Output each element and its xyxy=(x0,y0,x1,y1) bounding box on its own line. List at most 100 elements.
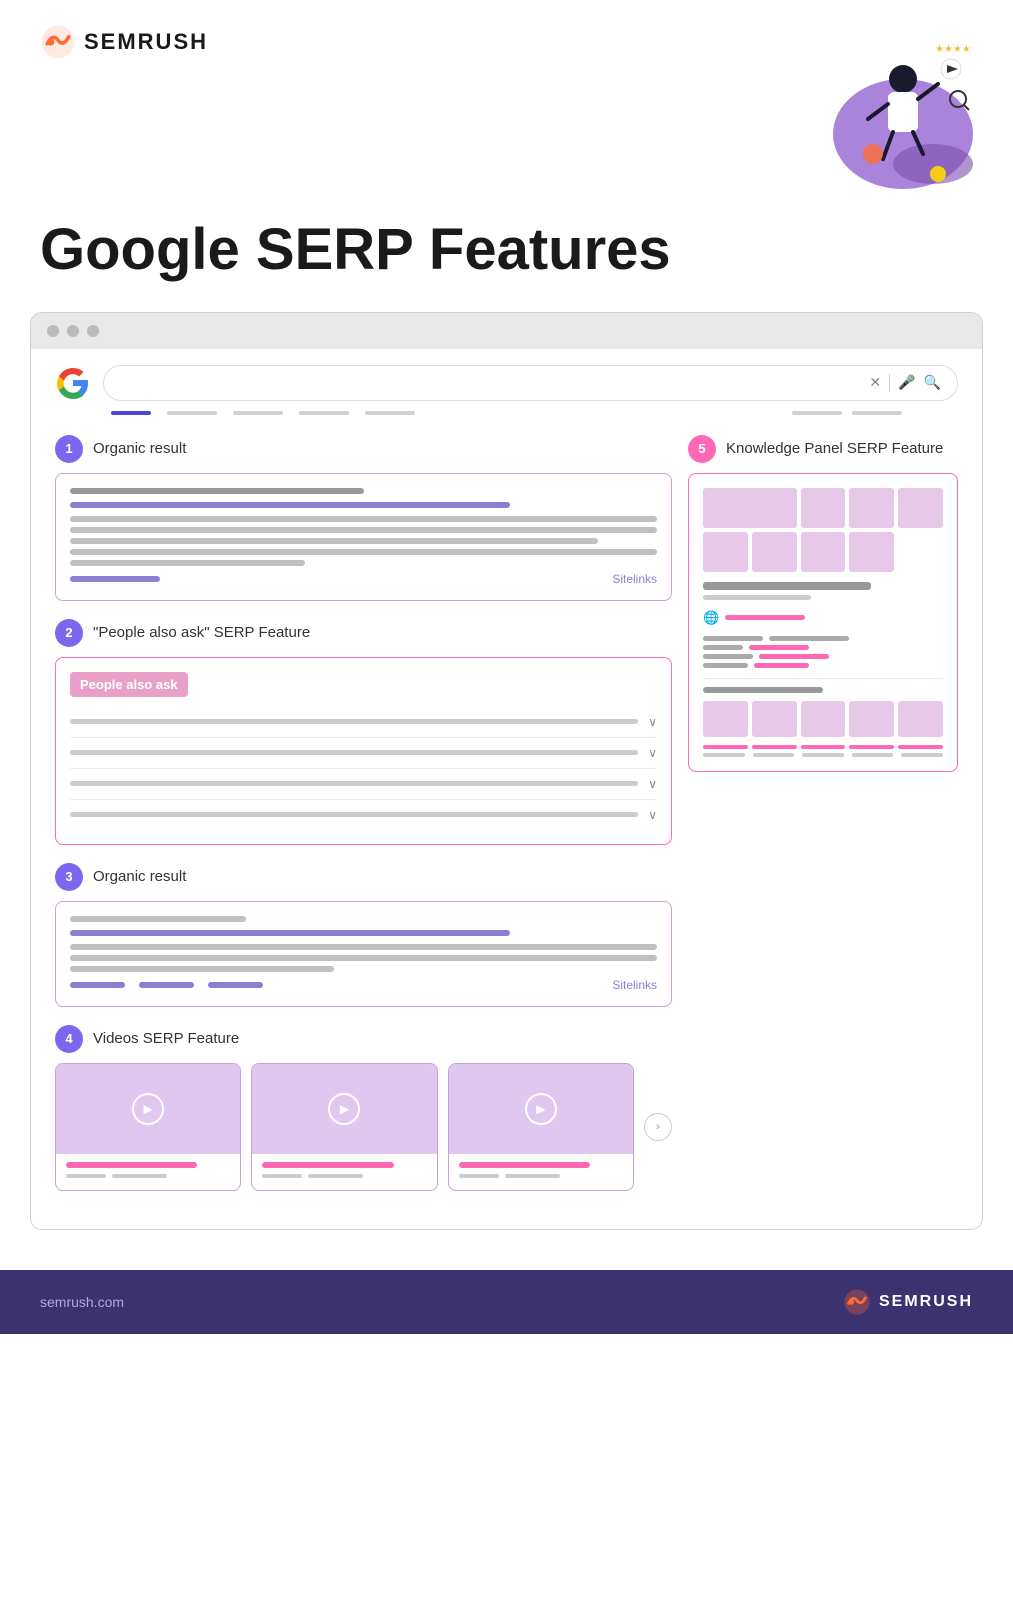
paa-question-line xyxy=(70,812,638,817)
video-info-1 xyxy=(56,1154,240,1190)
logo-text: SEMRUSH xyxy=(84,29,208,55)
play-icon-2: ▶ xyxy=(340,1102,349,1116)
kp-info-row-3 xyxy=(703,654,943,659)
footer-logo-icon xyxy=(843,1288,871,1316)
kp-image-5 xyxy=(703,532,748,572)
paa-row-2: ∨ xyxy=(70,738,657,769)
paa-row-1: ∨ xyxy=(70,707,657,738)
footer-logo: SEMRUSH xyxy=(843,1288,973,1316)
kp-thumb-label-4 xyxy=(849,745,894,749)
section-3-name: Organic result xyxy=(93,868,186,885)
chevron-icon-4[interactable]: ∨ xyxy=(648,808,657,822)
sk-line xyxy=(112,1174,167,1178)
sk-line xyxy=(769,636,849,641)
chevron-icon-3[interactable]: ∨ xyxy=(648,777,657,791)
sk-line-pink xyxy=(759,654,829,659)
footer-url: semrush.com xyxy=(40,1294,124,1310)
section-4-number: 4 xyxy=(55,1025,83,1053)
play-icon-1: ▶ xyxy=(144,1102,153,1116)
svg-text:★★★★★: ★★★★★ xyxy=(935,44,973,55)
kp-thumb-1 xyxy=(703,701,748,737)
serp-left-column: 1 Organic result Sitelinks xyxy=(55,435,672,1209)
sk-line xyxy=(505,1174,560,1178)
sk-line xyxy=(70,944,657,950)
sk-line xyxy=(262,1174,302,1178)
serp-columns: 1 Organic result Sitelinks xyxy=(31,415,982,1229)
page-header: SEMRUSH ★★★★★ xyxy=(0,0,1013,210)
play-button-1[interactable]: ▶ xyxy=(132,1093,164,1125)
kp-website-row: 🌐 xyxy=(703,610,943,626)
video-thumb-2: ▶ xyxy=(252,1064,436,1154)
sk-sitelink xyxy=(208,982,263,988)
chevron-icon-1[interactable]: ∨ xyxy=(648,715,657,729)
sitelinks-label-3: Sitelinks xyxy=(612,978,657,992)
nav-tab-4 xyxy=(365,411,415,415)
sk-line-pink xyxy=(749,645,809,650)
sk-sitelink xyxy=(70,982,125,988)
chevron-icon-2[interactable]: ∨ xyxy=(648,746,657,760)
search-input[interactable]: ✕ 🎤 🔍 xyxy=(103,365,958,401)
video-title-2 xyxy=(262,1162,393,1168)
sk-sitelink xyxy=(70,576,160,582)
page-title: Google SERP Features xyxy=(0,210,1013,312)
video-card-1: ▶ xyxy=(55,1063,241,1191)
paa-question-line xyxy=(70,719,638,724)
section-1-label: 1 Organic result xyxy=(55,435,672,463)
semrush-logo-icon xyxy=(40,24,76,60)
paa-row-3: ∨ xyxy=(70,769,657,800)
play-button-2[interactable]: ▶ xyxy=(328,1093,360,1125)
sk-line xyxy=(703,645,743,650)
sk-line xyxy=(703,654,753,659)
sk-line xyxy=(70,549,657,555)
kp-bottom-label-3 xyxy=(802,753,844,757)
sk-line xyxy=(70,930,510,936)
video-thumb-3: ▶ xyxy=(449,1064,633,1154)
kp-thumbnails-grid xyxy=(703,701,943,737)
paa-question-line xyxy=(70,781,638,786)
kp-text-lines xyxy=(703,636,943,668)
section-5-number: 5 xyxy=(688,435,716,463)
paa-box: People also ask ∨ ∨ ∨ ∨ xyxy=(55,657,672,845)
video-thumb-1: ▶ xyxy=(56,1064,240,1154)
kp-info-row-2 xyxy=(703,645,943,650)
kp-thumb-4 xyxy=(849,701,894,737)
kp-thumb-labels xyxy=(703,745,943,749)
kp-thumb-5 xyxy=(898,701,943,737)
play-button-3[interactable]: ▶ xyxy=(525,1093,557,1125)
sk-line xyxy=(459,1174,499,1178)
search-separator xyxy=(889,374,890,392)
browser-dot-3 xyxy=(87,325,99,337)
section-5-name: Knowledge Panel SERP Feature xyxy=(726,440,943,457)
video-title-1 xyxy=(66,1162,197,1168)
section-2-number: 2 xyxy=(55,619,83,647)
section-2-label: 2 "People also ask" SERP Feature xyxy=(55,619,672,647)
kp-main-image xyxy=(703,488,797,528)
paa-header-label: People also ask xyxy=(70,672,188,697)
section-1-name: Organic result xyxy=(93,440,186,457)
kp-images-grid xyxy=(703,488,943,572)
video-info-2 xyxy=(252,1154,436,1190)
video-meta-2 xyxy=(262,1174,426,1178)
videos-next-button[interactable]: › xyxy=(644,1113,672,1141)
sitelinks-label: Sitelinks xyxy=(612,572,657,586)
kp-title xyxy=(703,582,871,590)
clear-icon: ✕ xyxy=(869,374,881,391)
nav-tab-active xyxy=(111,411,151,415)
sk-line xyxy=(70,527,657,533)
sitelinks-row: Sitelinks xyxy=(70,572,657,586)
kp-url-bar xyxy=(725,615,805,620)
sk-line xyxy=(70,916,246,922)
kp-divider xyxy=(703,678,943,679)
kp-bottom-labels xyxy=(703,753,943,757)
kp-subtitle xyxy=(703,595,811,600)
sk-line xyxy=(70,488,364,494)
kp-bottom-label-1 xyxy=(703,753,745,757)
kp-bottom-label-5 xyxy=(901,753,943,757)
kp-thumb-label-2 xyxy=(752,745,797,749)
sk-line xyxy=(70,966,334,972)
kp-image-4 xyxy=(898,488,943,528)
footer-logo-text: SEMRUSH xyxy=(879,1293,973,1311)
sk-line xyxy=(70,538,598,544)
section-2-name: "People also ask" SERP Feature xyxy=(93,624,310,641)
kp-image-3 xyxy=(849,488,894,528)
